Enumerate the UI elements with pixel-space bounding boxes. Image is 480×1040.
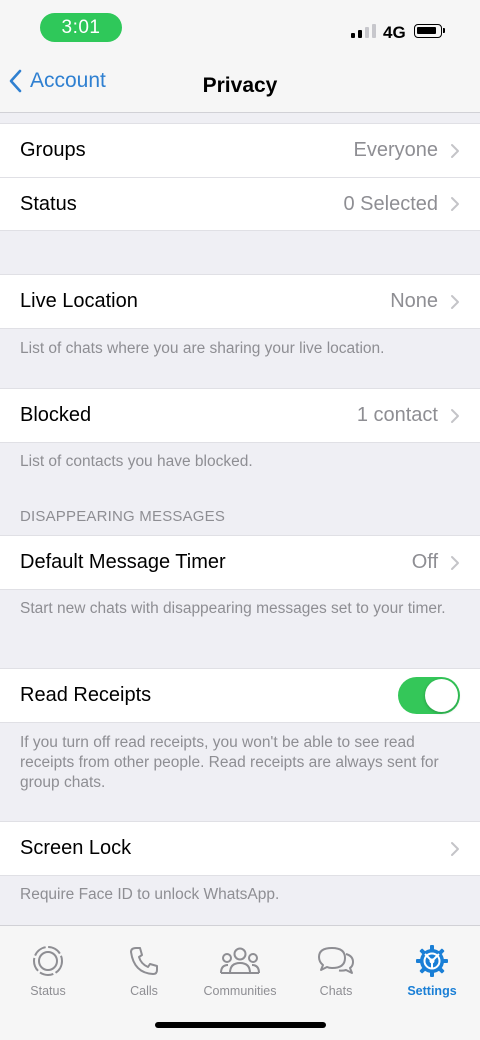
tab-communities[interactable]: Communities	[192, 944, 288, 998]
default-message-timer-row[interactable]: Default Message Timer Off	[0, 536, 480, 589]
phone-icon	[130, 947, 158, 975]
read-receipts-row: Read Receipts	[0, 669, 480, 722]
settings-icon	[416, 945, 448, 977]
tab-status[interactable]: Status	[0, 944, 96, 998]
blocked-footer: List of contacts you have blocked.	[20, 453, 253, 470]
row-value: Everyone	[353, 139, 439, 161]
tab-chats[interactable]: Chats	[288, 944, 384, 998]
tab-calls[interactable]: Calls	[96, 944, 192, 998]
row-label: Status	[20, 192, 77, 215]
status-row[interactable]: Status 0 Selected	[0, 177, 480, 230]
read-receipts-group: Read Receipts	[0, 668, 480, 723]
read-receipts-toggle[interactable]	[398, 677, 460, 714]
network-type: 4G	[383, 23, 406, 42]
disappearing-group: Default Message Timer Off	[0, 535, 480, 590]
blocked-group: Blocked 1 contact	[0, 388, 480, 443]
groups-row[interactable]: Groups Everyone	[0, 124, 480, 177]
tab-settings[interactable]: Settings	[384, 944, 480, 998]
battery-icon	[414, 24, 445, 38]
chevron-right-icon	[451, 841, 459, 856]
time-pill[interactable]: 3:01	[40, 13, 122, 42]
status-icon	[33, 946, 63, 976]
row-value: None	[390, 290, 438, 312]
row-value: 1 contact	[356, 404, 438, 426]
chevron-right-icon	[451, 555, 459, 570]
tab-label: Communities	[203, 984, 277, 998]
chats-icon	[318, 947, 354, 974]
live-location-row[interactable]: Live Location None	[0, 275, 480, 328]
disappearing-messages-header: DISAPPEARING MESSAGES	[20, 508, 226, 525]
row-value: 0 Selected	[343, 192, 438, 215]
nav-bar: Account Privacy	[0, 56, 480, 113]
row-label: Screen Lock	[20, 837, 132, 859]
screen-lock-group: Screen Lock	[0, 821, 480, 876]
communities-icon	[220, 947, 260, 974]
tab-label: Settings	[407, 984, 457, 998]
row-label: Default Message Timer	[20, 551, 226, 573]
chevron-right-icon	[451, 294, 459, 309]
row-label: Live Location	[20, 290, 138, 312]
page-title: Privacy	[202, 74, 278, 97]
chevron-right-icon	[451, 143, 459, 158]
status-bar: 3:01 4G	[0, 0, 480, 56]
row-label: Groups	[20, 139, 86, 161]
home-indicator	[155, 1022, 326, 1028]
screen-lock-footer: Require Face ID to unlock WhatsApp.	[20, 886, 280, 903]
row-label: Blocked	[20, 404, 92, 426]
live-location-group: Live Location None	[0, 274, 480, 329]
chevron-right-icon	[451, 408, 459, 423]
tab-label: Status	[30, 984, 66, 998]
tab-label: Chats	[319, 984, 353, 998]
read-receipts-footer: If you turn off read receipts, you won't…	[20, 734, 439, 791]
blocked-row[interactable]: Blocked 1 contact	[0, 389, 480, 442]
signal-icon	[351, 24, 376, 38]
screen-lock-row[interactable]: Screen Lock	[0, 822, 480, 875]
time: 3:01	[61, 16, 101, 38]
chevron-right-icon	[451, 197, 459, 211]
row-value: Off	[411, 551, 438, 573]
row-label: Read Receipts	[20, 684, 152, 706]
visibility-group: Groups Everyone Status 0 Selected	[0, 123, 480, 231]
live-location-footer: List of chats where you are sharing your…	[20, 340, 385, 357]
tab-label: Calls	[130, 984, 158, 998]
disappearing-footer: Start new chats with disappearing messag…	[20, 600, 446, 617]
